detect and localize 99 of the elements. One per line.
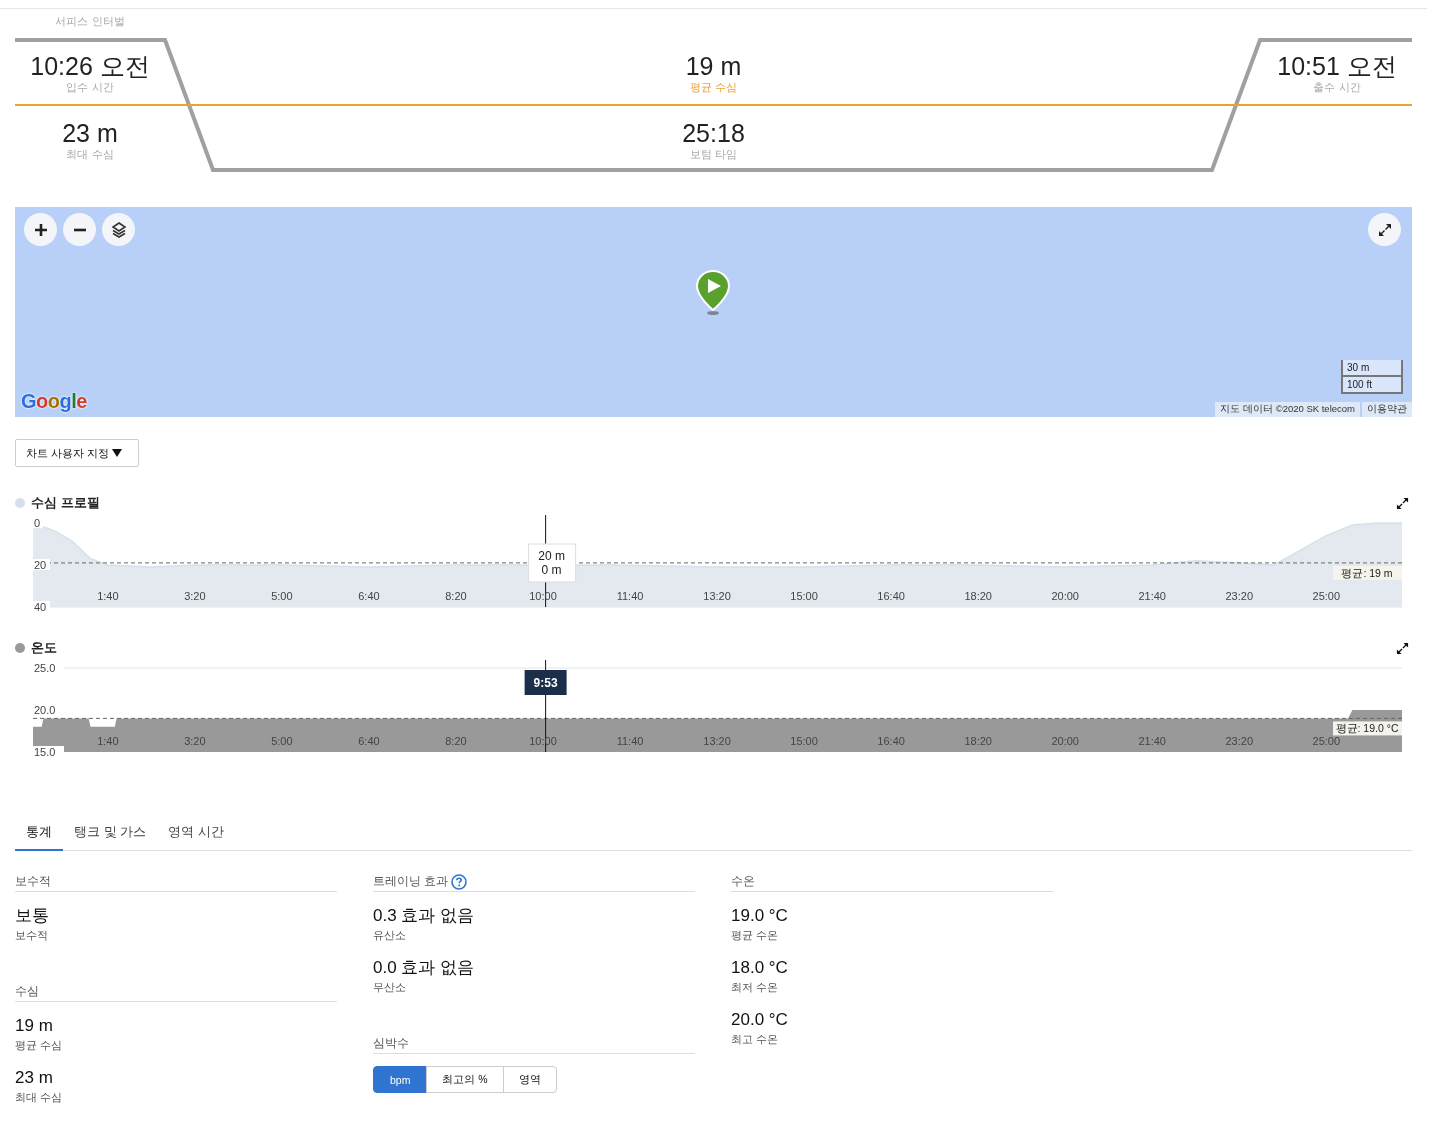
axis-label: 20:00 [1051, 735, 1079, 747]
scale-bar: 100 ft [1341, 377, 1403, 394]
axis-label: 21:40 [1138, 590, 1166, 602]
axis-label: 1:40 [97, 590, 119, 602]
zoom-out-button[interactable] [63, 213, 96, 246]
map-logo: Google [21, 390, 87, 413]
axis-label: 18:20 [964, 735, 992, 747]
metric-value: 19.0 °C [731, 905, 789, 927]
axis-label: 13:20 [703, 735, 731, 747]
metric-value: 보통 [15, 905, 50, 927]
map-attribution: 지도 데이터 ©2020 SK telecom [1215, 402, 1360, 417]
axis-label: 20.0 [34, 704, 56, 716]
axis-label: 18:20 [964, 590, 992, 602]
summary-value: 23 m [61, 118, 119, 148]
average-label: 평균: 19.0 °C [1333, 721, 1402, 736]
axis-label: 20:00 [1051, 590, 1079, 602]
section-title: 보수적 [15, 873, 51, 890]
help-icon[interactable] [451, 873, 468, 890]
segment-button[interactable]: 영역 [502, 1066, 557, 1093]
axis-label: 15:00 [790, 590, 818, 602]
axis-label: 6:40 [358, 735, 380, 747]
metric-value: 23 m [15, 1067, 54, 1089]
map-marker-icon[interactable] [696, 270, 730, 316]
plus-icon [33, 222, 48, 237]
metric-label: 평균 수온 [731, 928, 780, 943]
axis-label: 16:40 [877, 590, 905, 602]
axis-label: 25.0 [34, 662, 56, 674]
axis-label: 13:20 [703, 590, 731, 602]
metric-label: 최고 수온 [731, 1032, 780, 1047]
tooltip-text: 0 m [541, 563, 562, 577]
summary-value: 10:51 오전 [1276, 51, 1398, 81]
axis-label: 25:00 [1312, 735, 1341, 747]
metric-value: 19 m [15, 1015, 54, 1037]
axis-label: 20 [34, 559, 47, 571]
metric-value: 20.0 °C [731, 1009, 789, 1031]
summary-label: 최대 수심 [65, 148, 115, 161]
axis-label: 15:00 [790, 735, 818, 747]
axis-label: 23:20 [1225, 590, 1253, 602]
metric-label: 유산소 [373, 928, 407, 943]
ref-line-label: 평균: 19 m [1341, 566, 1393, 579]
tab[interactable]: 영역 시간 [157, 817, 235, 851]
metric-value: 0.0 효과 없음 [373, 957, 476, 979]
axis-label: 5:00 [271, 590, 293, 602]
axis-label: 21:40 [1138, 735, 1166, 747]
summary-value: 10:26 오전 [29, 51, 151, 81]
summary-label: 출수 시간 [1312, 81, 1362, 94]
segment-button[interactable]: bpm [373, 1066, 428, 1093]
chart-customize-dropdown[interactable]: 차트 사용자 지정 [15, 439, 140, 467]
summary-label: 평균 수심 [688, 81, 739, 94]
axis-label: 8:20 [445, 735, 467, 747]
axis-label: 3:20 [184, 590, 206, 602]
axis-label: 8:20 [445, 590, 467, 602]
axis-label: 1:40 [97, 735, 119, 747]
layers-icon [109, 220, 128, 239]
chart-title: 수심 프로필 [31, 494, 100, 512]
axis-label: 25:00 [1312, 590, 1341, 602]
tooltip [528, 543, 577, 583]
tab[interactable]: 통계 [15, 817, 63, 851]
axis-label: 0 [34, 517, 41, 529]
metric-label: 최저 수온 [731, 980, 780, 995]
metric-value: 18.0 °C [731, 957, 789, 979]
layers-button[interactable] [102, 213, 135, 246]
expand-icon[interactable] [1396, 641, 1409, 655]
metric-label: 보수적 [15, 928, 49, 943]
axis-label: 3:20 [184, 735, 206, 747]
axis-label: 6:40 [358, 590, 380, 602]
zoom-in-button[interactable] [24, 213, 57, 246]
axis-label: 23:20 [1225, 735, 1253, 747]
caret-icon [112, 449, 123, 457]
axis-label: 11:40 [616, 735, 644, 747]
section-title: 트레이닝 효과 [373, 873, 449, 890]
metric-label: 평균 수심 [15, 1038, 64, 1053]
summary-value: 25:18 [681, 118, 746, 148]
tab[interactable]: 탱크 및 가스 [63, 817, 158, 851]
summary-label: 보텀 타임 [688, 148, 739, 161]
summary-value: 19 m [684, 51, 743, 81]
chart-title: 온도 [31, 639, 57, 657]
metric-label: 최대 수심 [15, 1090, 64, 1105]
surface-interval-label: 서피스 인터벌 [54, 14, 126, 29]
metric-value: 0.3 효과 없음 [373, 905, 476, 927]
axis-label: 5:00 [271, 735, 293, 747]
metric-label: 무산소 [373, 980, 407, 995]
axis-label: 40 [34, 601, 47, 612]
terms-link[interactable]: 이용약관 [1362, 402, 1412, 417]
segment-button[interactable]: 최고의 % [426, 1066, 504, 1093]
fullscreen-button[interactable] [1368, 213, 1401, 246]
section-title: 수온 [731, 873, 755, 890]
time-flag [524, 670, 567, 695]
section-title: 수심 [15, 983, 39, 1000]
summary-label: 입수 시간 [65, 81, 115, 94]
time-flag-text: 9:53 [533, 676, 558, 690]
axis-label: 15.0 [34, 746, 56, 757]
axis-label: 11:40 [616, 590, 644, 602]
section-title: 심박수 [373, 1035, 409, 1052]
axis-label: 16:40 [877, 735, 905, 747]
expand-icon[interactable] [1396, 496, 1409, 510]
fullscreen-icon [1377, 222, 1392, 237]
scale-bar: 30 m [1341, 360, 1403, 377]
tooltip-text: 20 m [538, 549, 565, 563]
